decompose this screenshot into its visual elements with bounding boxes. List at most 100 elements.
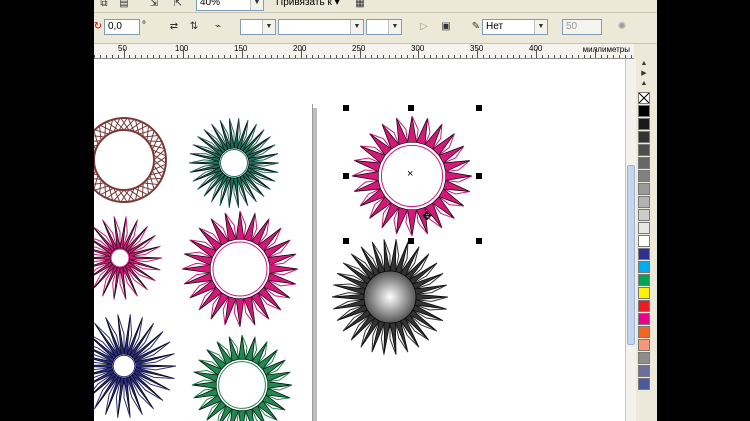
- ruler-tick: [513, 55, 514, 58]
- chevron-down-icon[interactable]: ▼: [350, 20, 363, 34]
- color-swatch[interactable]: [638, 313, 650, 325]
- ruler-tick: [306, 55, 307, 58]
- export-icon[interactable]: ⇱: [170, 0, 186, 12]
- vertical-scrollbar[interactable]: [625, 59, 636, 421]
- chevron-down-icon[interactable]: ▼: [534, 20, 547, 34]
- palette-scroll-up-icon[interactable]: ▲: [636, 76, 652, 92]
- color-swatch[interactable]: [638, 326, 650, 338]
- ruler-tick: [206, 55, 207, 58]
- rosette-green[interactable]: [191, 334, 293, 421]
- fill-select[interactable]: Нет ▼: [482, 19, 548, 35]
- no-color-icon: [639, 93, 649, 103]
- selection-handle[interactable]: [343, 105, 349, 111]
- options-icon[interactable]: ▦: [352, 0, 368, 12]
- rosette-brown-ring[interactable]: [94, 117, 167, 203]
- horizontal-ruler[interactable]: 50 100 150 200 250 300 350 400 миллиметр…: [94, 44, 634, 59]
- color-swatch[interactable]: [638, 248, 650, 260]
- ruler-tick: [295, 55, 296, 58]
- sun-icon[interactable]: ✺: [614, 19, 630, 35]
- color-swatch[interactable]: [638, 365, 650, 377]
- zoom-level-select[interactable]: 40% ▼: [196, 0, 264, 11]
- color-swatch[interactable]: [638, 157, 650, 169]
- ruler-tick: [584, 55, 585, 58]
- color-swatch[interactable]: [638, 235, 650, 247]
- ruler-tick: [625, 55, 626, 58]
- ruler-tick: [124, 49, 125, 58]
- rosette-magenta-left[interactable]: [94, 216, 163, 300]
- ruler-tick: [141, 55, 142, 58]
- rosette-navy[interactable]: [94, 314, 177, 418]
- color-swatch[interactable]: [638, 378, 650, 390]
- color-swatch[interactable]: [638, 183, 650, 195]
- ruler-tick: [460, 55, 461, 58]
- color-swatch[interactable]: [638, 274, 650, 286]
- color-swatch[interactable]: [638, 196, 650, 208]
- ruler-tick: [194, 55, 195, 58]
- color-swatch[interactable]: [638, 222, 650, 234]
- outline-width-select[interactable]: ▼: [240, 19, 276, 35]
- selection-handle[interactable]: [476, 173, 482, 179]
- ruler-tick: [354, 55, 355, 58]
- color-swatch[interactable]: [638, 287, 650, 299]
- line-end-select[interactable]: ▼: [366, 19, 402, 35]
- selection-handle[interactable]: [408, 238, 414, 244]
- copy-icon[interactable]: ⧉: [96, 0, 112, 12]
- nodes-count-input[interactable]: 50: [562, 19, 602, 35]
- ruler-tick: [365, 55, 366, 58]
- paste-icon[interactable]: ▤: [116, 0, 132, 12]
- color-swatch[interactable]: [638, 209, 650, 221]
- color-swatch[interactable]: [638, 131, 650, 143]
- convert-to-curves-icon[interactable]: ⌁: [210, 19, 226, 35]
- no-color-swatch[interactable]: [638, 92, 650, 104]
- color-swatch[interactable]: [638, 105, 650, 117]
- ruler-tick: [495, 55, 496, 58]
- ruler-tick: [230, 55, 231, 58]
- rosette-teal[interactable]: [188, 118, 280, 208]
- ruler-tick: [430, 55, 431, 58]
- color-swatch[interactable]: [638, 261, 650, 273]
- ruler-tick: [560, 55, 561, 58]
- selection-handle[interactable]: [476, 105, 482, 111]
- ruler-tick: [607, 55, 608, 58]
- ruler-tick: [289, 55, 290, 58]
- ruler-tick: [395, 55, 396, 58]
- chevron-down-icon[interactable]: ▼: [250, 0, 263, 10]
- ruler-tick: [171, 55, 172, 58]
- rosette-gray[interactable]: [331, 239, 449, 355]
- selection-handle[interactable]: [343, 173, 349, 179]
- ruler-tick: [519, 55, 520, 58]
- line-style-select[interactable]: ▼: [278, 19, 364, 35]
- selection-handle[interactable]: [408, 105, 414, 111]
- color-swatch[interactable]: [638, 170, 650, 182]
- rosette-magenta[interactable]: [181, 210, 299, 328]
- ruler-tick: [548, 55, 549, 58]
- color-swatch[interactable]: [638, 144, 650, 156]
- drawing-canvas[interactable]: × ✥: [94, 59, 634, 421]
- ruler-tick: [342, 55, 343, 58]
- color-swatch[interactable]: [638, 300, 650, 312]
- rotation-angle-input[interactable]: 0,0: [104, 19, 140, 35]
- selection-handle[interactable]: [476, 238, 482, 244]
- import-icon[interactable]: ⇲: [146, 0, 162, 12]
- ruler-tick-label: 200: [293, 44, 307, 53]
- ruler-units-label: миллиметры: [582, 45, 630, 54]
- color-swatch[interactable]: [638, 352, 650, 364]
- scrollbar-thumb[interactable]: [627, 165, 635, 345]
- color-swatch[interactable]: [638, 339, 650, 351]
- chevron-down-icon[interactable]: ▼: [388, 20, 401, 34]
- color-swatch[interactable]: [638, 118, 650, 130]
- snap-to-menu[interactable]: Привязать к ▾: [276, 0, 340, 9]
- selection-handle[interactable]: [343, 238, 349, 244]
- mirror-horizontal-icon[interactable]: ⇄: [166, 19, 182, 35]
- ruler-tick: [242, 49, 243, 58]
- standard-toolbar: ⧉ ▤ ⇲ ⇱ 40% ▼ Привязать к ▾ ▦: [94, 0, 657, 13]
- mirror-vertical-icon[interactable]: ⇅: [186, 19, 202, 35]
- wrap-text-icon[interactable]: ▣: [438, 19, 454, 35]
- ruler-tick-label: 50: [118, 44, 127, 53]
- ruler-tick: [424, 55, 425, 58]
- ruler-tick-label: 100: [175, 44, 189, 53]
- ruler-tick: [489, 55, 490, 58]
- chevron-down-icon[interactable]: ▼: [262, 20, 275, 34]
- center-marker-icon[interactable]: ×: [407, 169, 413, 180]
- play-icon[interactable]: ▷: [416, 19, 432, 35]
